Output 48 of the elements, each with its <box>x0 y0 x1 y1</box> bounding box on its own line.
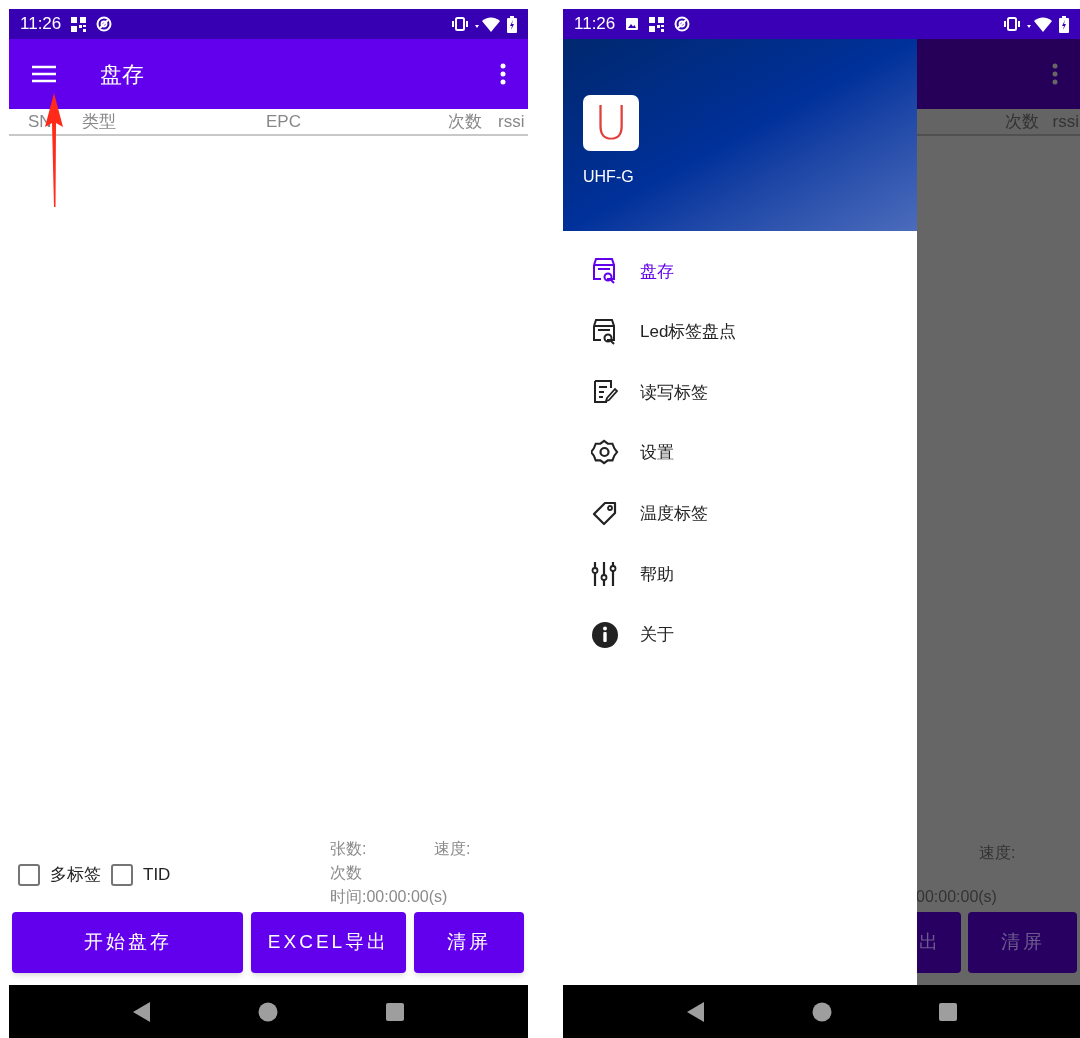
column-header: 类型 <box>82 110 117 133</box>
menu-icon[interactable] <box>31 65 57 83</box>
action-button[interactable]: 清屏 <box>414 912 524 973</box>
back-icon[interactable] <box>686 1001 705 1022</box>
drawer-menu-item[interactable]: 盘存 <box>563 241 917 302</box>
drawer-menu-item[interactable]: 读写标签 <box>563 362 917 423</box>
drawer-menu-item[interactable]: 设置 <box>563 422 917 484</box>
app-name: UHF-G <box>583 167 634 187</box>
screen-title: 盘存 <box>100 60 144 89</box>
sync-circle-icon <box>96 16 113 32</box>
column-header: EPC <box>266 110 302 133</box>
wifi-icon <box>1027 16 1053 32</box>
qr-code-icon <box>649 16 665 32</box>
time-label: 时间:00:00:00(s) <box>330 887 449 907</box>
checkbox[interactable]: TID <box>111 862 171 888</box>
status-time: 11:26 <box>20 13 62 36</box>
qr-code-icon <box>71 16 87 32</box>
action-button[interactable]: EXCEL导出 <box>251 912 406 973</box>
count-label: 张数: <box>330 839 368 859</box>
recents-icon[interactable] <box>386 1002 405 1021</box>
battery-icon <box>507 15 517 33</box>
wifi-icon <box>475 16 501 32</box>
app-logo: U <box>583 95 639 151</box>
drawer-menu-item[interactable]: 帮助 <box>563 543 917 605</box>
checkbox[interactable]: 多标签 <box>18 862 101 888</box>
tag-icon <box>591 499 619 528</box>
vibrate-icon <box>1003 17 1021 31</box>
vibrate-icon <box>451 17 469 31</box>
sliders-icon <box>591 560 619 589</box>
times-label: 次数 <box>330 863 363 883</box>
speed-label: 速度: <box>434 839 471 859</box>
more-options-icon[interactable] <box>500 63 506 85</box>
column-header: rssi <box>498 110 525 133</box>
sync-circle-icon <box>674 16 691 32</box>
home-icon[interactable] <box>258 1001 279 1022</box>
drawer-menu-item[interactable]: Led标签盘点 <box>563 301 917 363</box>
action-button[interactable]: 开始盘存 <box>12 912 243 973</box>
info-icon <box>591 620 619 649</box>
drawer-menu-item[interactable]: 温度标签 <box>563 483 917 544</box>
battery-icon <box>1059 15 1069 33</box>
more-options-icon[interactable] <box>1052 63 1058 85</box>
back-icon[interactable] <box>132 1001 151 1022</box>
status-time: 11:26 <box>574 13 616 36</box>
home-icon[interactable] <box>811 1001 832 1022</box>
column-header: 次数 <box>448 110 483 133</box>
recents-icon[interactable] <box>938 1002 957 1021</box>
image-icon <box>625 17 640 31</box>
drawer-menu-item[interactable]: 关于 <box>563 604 917 666</box>
